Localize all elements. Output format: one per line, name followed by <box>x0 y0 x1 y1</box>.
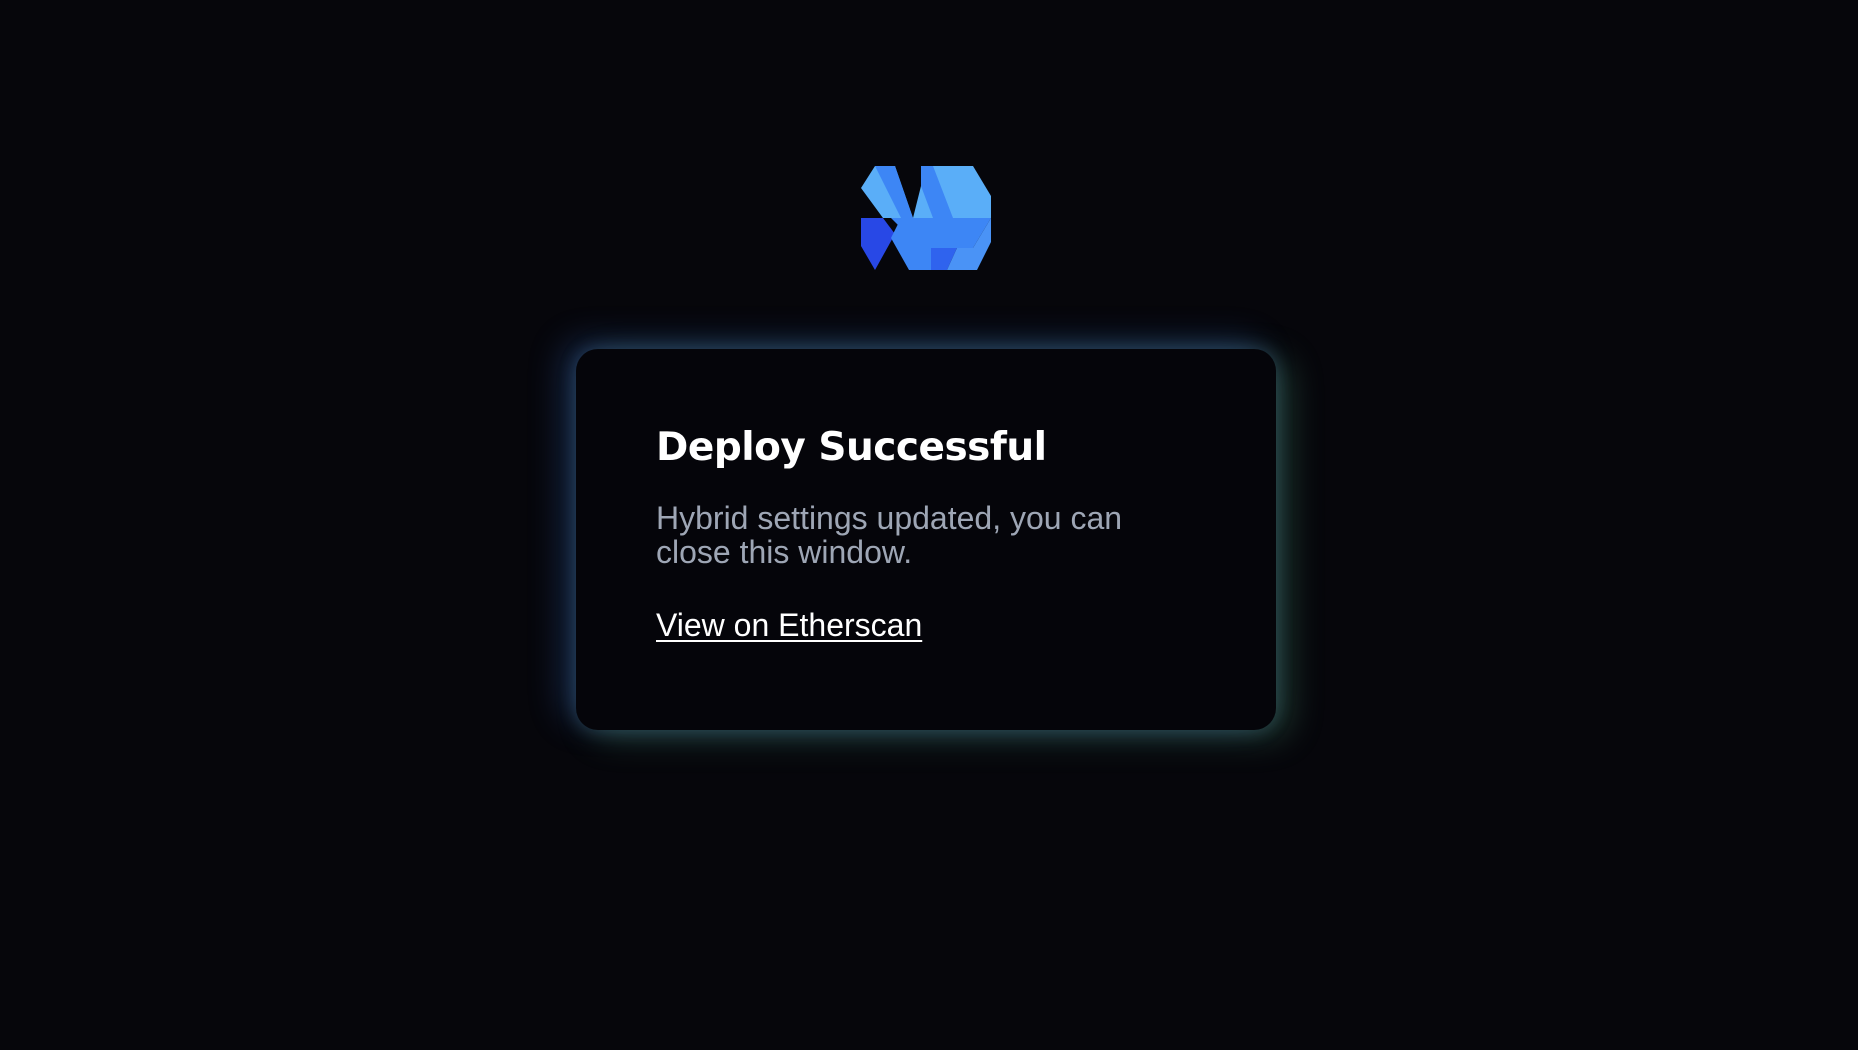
hybrid-logo-icon <box>861 166 991 270</box>
view-on-etherscan-link[interactable]: View on Etherscan <box>656 607 922 643</box>
card-message: Hybrid settings updated, you can close t… <box>656 500 1123 570</box>
deploy-success-card: Deploy Successful Hybrid settings update… <box>576 349 1276 730</box>
card-title: Deploy Successful <box>656 425 1047 470</box>
